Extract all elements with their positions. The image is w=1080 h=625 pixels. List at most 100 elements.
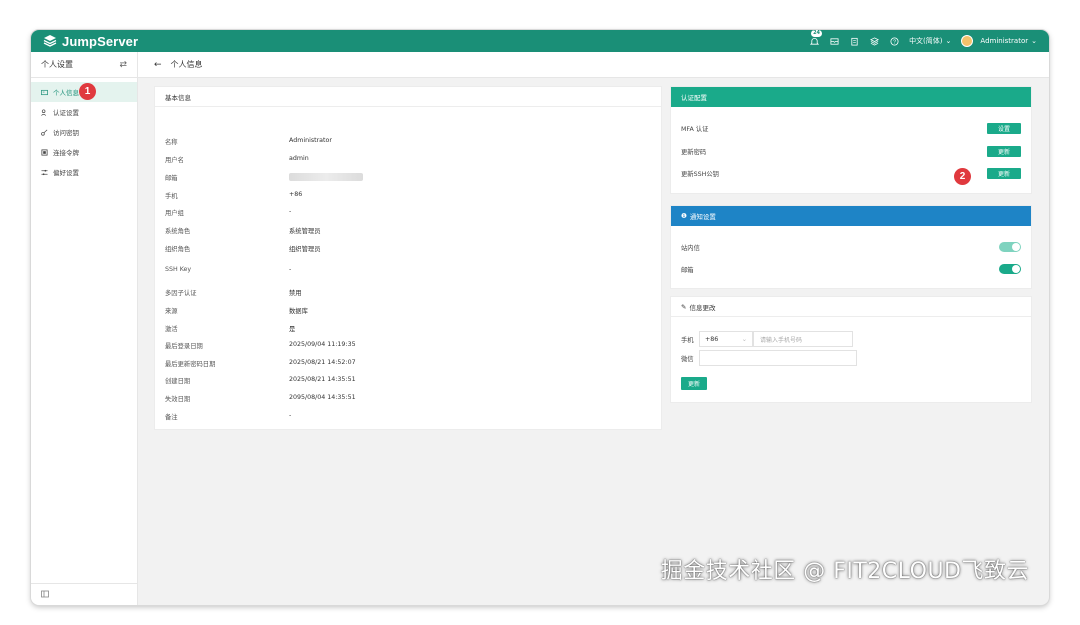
auth-config-card: 认证配置 MFA 认证 设置 更新密码 更新 更新SSH公钥 更新: [670, 86, 1032, 194]
id-card-icon: [41, 89, 48, 96]
email-notify-toggle[interactable]: [999, 264, 1021, 274]
info-row-system-role: 系统角色 系统管理员: [165, 226, 645, 235]
language-label: 中文(简体): [909, 37, 943, 45]
field-label: 来源: [165, 308, 178, 315]
sidebar-item-label: 连接令牌: [53, 149, 79, 157]
basic-info-card: 基本信息 名称 Administrator 用户名 admin 邮箱 手机 +86 用…: [154, 86, 662, 430]
field-value: Administrator: [289, 137, 332, 144]
breadcrumb: ← 个人信息: [138, 52, 1049, 78]
phone-label: 手机: [681, 336, 694, 344]
field-value: 2025/08/21 14:52:07: [289, 359, 356, 366]
inbox-icon[interactable]: [829, 36, 839, 46]
sidebar-item-label: 偏好设置: [53, 169, 79, 177]
back-arrow-icon[interactable]: ←: [154, 60, 162, 70]
submit-row: 更新: [681, 377, 707, 390]
sidebar-item-preferences[interactable]: 偏好设置: [31, 162, 137, 182]
field-label: 组织角色: [165, 246, 191, 253]
sidebar-header: 个人设置 ⇄: [31, 52, 137, 78]
info-change-card: ✎ 信息更改 手机 +86 ⌄ 请输入手机号码 微信 更新: [670, 296, 1032, 403]
info-row-phone: 手机 +86: [165, 191, 645, 200]
card-title-text: 通知设置: [689, 213, 716, 221]
field-value: +86: [289, 191, 303, 198]
field-label: 备注: [165, 414, 178, 421]
page-title: 个人信息: [170, 60, 203, 69]
wechat-input[interactable]: [699, 350, 857, 366]
sidebar-item-label: 访问密钥: [53, 129, 79, 137]
jumpserver-logo-icon: [43, 35, 57, 47]
info-row-email: 邮箱: [165, 173, 645, 183]
card-title: 基本信息: [155, 87, 661, 107]
field-label: 最后登录日期: [165, 343, 203, 350]
field-label: 用户名: [165, 157, 184, 164]
sidebar-item-label: 认证设置: [53, 109, 79, 117]
field-label: 站内信: [681, 244, 700, 252]
field-value: 2025/09/04 11:19:35: [289, 341, 356, 348]
field-label: 更新SSH公钥: [681, 171, 719, 178]
help-icon[interactable]: ?: [889, 36, 899, 46]
country-code-select[interactable]: +86 ⌄: [699, 331, 753, 347]
field-label: 邮箱: [165, 175, 178, 182]
info-row-ssh-key: SSH Key -: [165, 266, 645, 273]
country-code-value: +86: [705, 335, 719, 343]
app-logo[interactable]: JumpServer: [31, 34, 138, 49]
sidebar: 个人设置 ⇄ 个人信息 认证设置 访问密钥 连接令牌 偏好设置: [31, 52, 138, 605]
email-notify-row: 邮箱: [681, 264, 1021, 274]
field-label: 用户组: [165, 210, 184, 217]
info-row-user-groups: 用户组 -: [165, 208, 645, 217]
field-label: 最后更新密码日期: [165, 361, 216, 368]
phone-row: 手机 +86 ⌄ 请输入手机号码: [681, 331, 853, 347]
chevron-down-icon: ⌄: [1031, 37, 1037, 45]
info-row-password-updated: 最后更新密码日期 2025/08/21 14:52:07: [165, 359, 645, 368]
language-switcher[interactable]: 中文(简体) ⌄: [909, 36, 951, 46]
field-value: 2095/08/04 14:35:51: [289, 394, 356, 401]
wechat-label: 微信: [681, 355, 694, 363]
sliders-icon: [41, 169, 48, 176]
update-ssh-key-button[interactable]: 更新: [987, 168, 1021, 179]
sidebar-item-access-keys[interactable]: 访问密钥: [31, 122, 137, 142]
update-password-button[interactable]: 更新: [987, 146, 1021, 157]
bell-icon[interactable]: 24: [809, 30, 823, 46]
collapse-sidebar-button[interactable]: [31, 583, 137, 605]
card-title: ✎ 信息更改: [671, 297, 1031, 317]
sidebar-item-connection-tokens[interactable]: 连接令牌: [31, 142, 137, 162]
field-label: 创建日期: [165, 378, 191, 385]
field-label: 失效日期: [165, 396, 191, 403]
field-label: 多因子认证: [165, 290, 197, 297]
field-value: 禁用: [289, 290, 302, 297]
field-value: 系统管理员: [289, 228, 321, 235]
info-row-mfa: 多因子认证 禁用: [165, 288, 645, 297]
key-icon: [41, 129, 48, 136]
app-name: JumpServer: [62, 33, 139, 49]
layers-icon[interactable]: [869, 36, 879, 46]
phone-input[interactable]: 请输入手机号码: [753, 331, 853, 347]
wechat-row: 微信: [681, 350, 857, 366]
email-redacted: [289, 173, 363, 183]
info-row-username: 用户名 admin: [165, 155, 645, 164]
clipboard-icon[interactable]: [849, 36, 859, 46]
card-title: 认证配置: [671, 87, 1031, 107]
switch-view-icon[interactable]: ⇄: [119, 60, 127, 70]
site-message-toggle[interactable]: [999, 242, 1021, 252]
update-password-row: 更新密码 更新: [681, 146, 1021, 157]
card-title-text: 信息更改: [689, 303, 716, 312]
field-label: 手机: [165, 193, 178, 200]
collapse-icon: [41, 590, 49, 600]
chevron-down-icon: ⌄: [741, 335, 747, 343]
info-icon: ❶: [681, 212, 687, 220]
notification-count-badge: 24: [811, 30, 823, 37]
info-row-comment: 备注 -: [165, 412, 645, 421]
field-label: 系统角色: [165, 228, 191, 235]
user-name: Administrator: [980, 37, 1029, 45]
field-value: -: [289, 266, 292, 273]
mfa-settings-button[interactable]: 设置: [987, 123, 1021, 134]
svg-text:?: ?: [893, 39, 896, 45]
update-info-button[interactable]: 更新: [681, 377, 707, 390]
field-value: -: [289, 208, 292, 215]
info-row-active: 激活 是: [165, 324, 645, 333]
sidebar-item-auth-settings[interactable]: 认证设置: [31, 102, 137, 122]
info-row-source: 来源 数据库: [165, 306, 645, 315]
info-row-org-role: 组织角色 组织管理员: [165, 244, 645, 253]
field-value: 2025/08/21 14:35:51: [289, 376, 356, 383]
field-value: 数据库: [289, 308, 308, 315]
user-menu[interactable]: Administrator ⌄: [961, 35, 1037, 47]
